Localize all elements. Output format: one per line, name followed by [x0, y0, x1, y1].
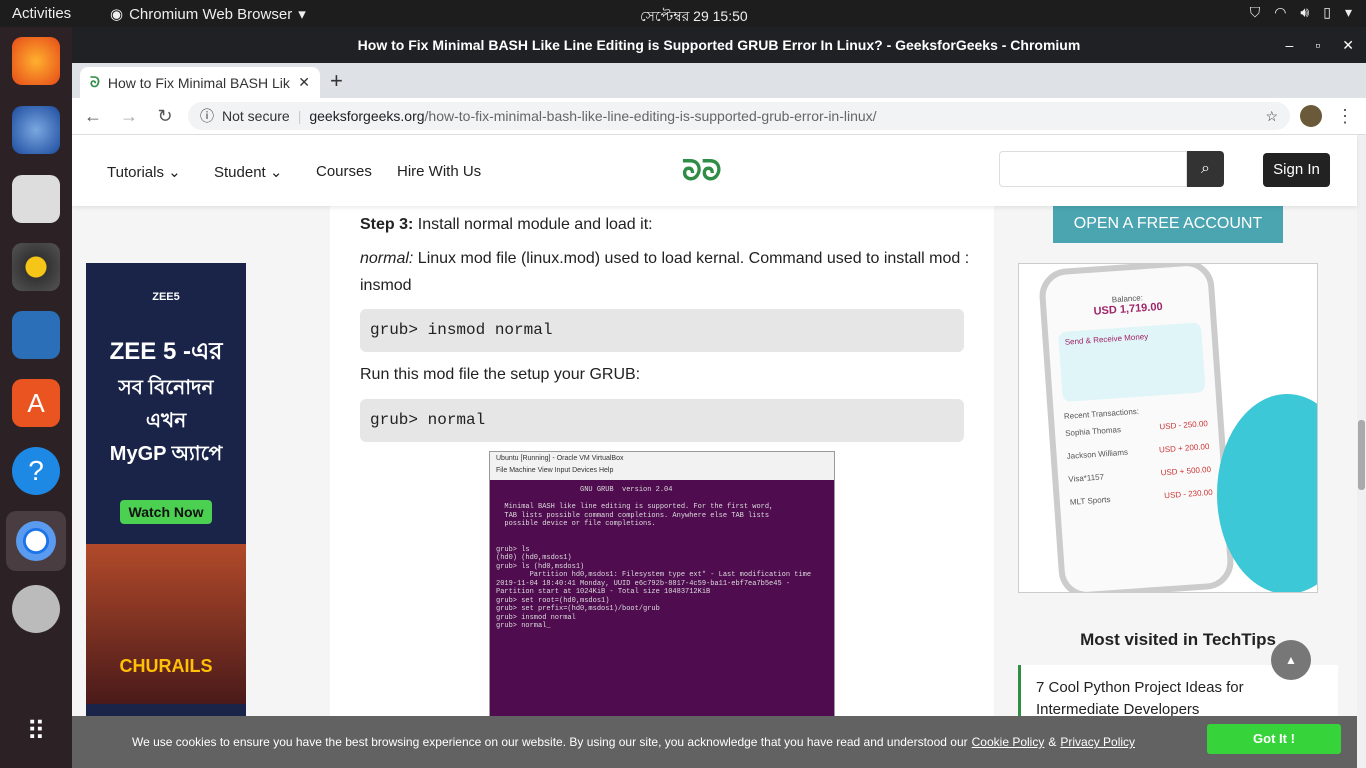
clock[interactable]: সেপ্টেম্বর 29 15:50 — [640, 5, 748, 29]
privacy-policy-link[interactable]: Privacy Policy — [1060, 735, 1135, 749]
gfg-favicon-icon: ᘐ — [90, 74, 100, 90]
disc-icon[interactable] — [12, 585, 60, 633]
search-icon: ⌕ — [1201, 160, 1210, 177]
reload-icon[interactable]: ↻ — [152, 106, 178, 127]
got-it-button[interactable]: Got It ! — [1207, 724, 1341, 754]
arrow-up-icon: ▲ — [1285, 653, 1297, 667]
browser-window: How to Fix Minimal BASH Like Line Editin… — [72, 27, 1366, 768]
article-body: Step 3: Install normal module and load i… — [330, 205, 994, 768]
app-menu-label: Chromium Web Browser — [129, 5, 293, 23]
profile-avatar[interactable] — [1300, 105, 1322, 127]
cookie-amp: & — [1048, 735, 1057, 749]
chromium-small-icon: ◉ — [110, 6, 124, 23]
scrollbar-thumb[interactable] — [1358, 420, 1365, 490]
normal-para: normal: Linux mod file (linux.mod) used … — [360, 250, 970, 294]
close-icon[interactable]: ✕ — [1342, 37, 1354, 54]
url-path: /how-to-fix-minimal-bash-like-line-editi… — [424, 108, 877, 124]
power-icon[interactable]: ▾ — [1345, 4, 1352, 21]
apps-grid-icon[interactable]: ⠿ — [12, 707, 60, 755]
shot-terminal: GNU GRUB version 2.04 Minimal BASH like … — [496, 486, 812, 630]
volume-icon[interactable]: 🔊︎ — [1300, 4, 1309, 21]
firefox-icon[interactable] — [12, 37, 60, 85]
address-bar[interactable]: ⓘ Not secure | geeksforgeeks.org/how-to-… — [188, 102, 1290, 130]
ad-line: সব বিনোদন — [118, 377, 214, 399]
sign-in-button[interactable]: Sign In — [1263, 153, 1330, 187]
help-icon[interactable]: ? — [12, 447, 60, 495]
wifi-icon[interactable]: ◠ — [1274, 4, 1286, 21]
menu-kebab-icon[interactable]: ⋮ — [1332, 106, 1358, 127]
ad-brand: ZEE5 — [152, 291, 180, 303]
shield-icon[interactable]: ⛉ — [1250, 4, 1261, 21]
back-icon[interactable]: ← — [80, 106, 106, 127]
web-page: Tutorials ⌄ Student ⌄ Courses Hire With … — [72, 135, 1366, 768]
ad-line: ZEE 5 -এর — [109, 338, 223, 365]
maximize-icon[interactable]: ▫ — [1315, 37, 1320, 53]
browser-toolbar: ← → ↻ ⓘ Not secure | geeksforgeeks.org/h… — [72, 98, 1366, 135]
search-button[interactable]: ⌕ — [1187, 151, 1224, 187]
shot-menu: File Machine View Input Devices Help — [496, 467, 614, 474]
chevron-down-icon: ▾ — [298, 6, 306, 23]
page-scrollbar[interactable] — [1357, 135, 1366, 768]
system-tray[interactable]: ⛉ ◠ 🔊︎ ▯ ▾ — [1250, 4, 1352, 21]
app-menu[interactable]: ◉ Chromium Web Browser ▾ — [110, 5, 306, 24]
minimize-icon[interactable]: – — [1286, 37, 1294, 53]
system-top-bar: Activities ◉ Chromium Web Browser ▾ সেপ্টে… — [0, 0, 1366, 27]
cookie-policy-link[interactable]: Cookie Policy — [972, 735, 1045, 749]
phone-recent: Recent Transactions: — [1063, 406, 1140, 422]
tab-title: How to Fix Minimal BASH Like — [107, 74, 291, 91]
rhythmbox-icon[interactable] — [12, 243, 60, 291]
security-label[interactable]: Not secure — [222, 108, 290, 124]
site-header: Tutorials ⌄ Student ⌄ Courses Hire With … — [72, 135, 1357, 206]
dock: A ? ⠿ — [0, 27, 72, 768]
tab-strip: ᘐ How to Fix Minimal BASH Like ✕ + — [72, 63, 1366, 98]
ad-poster: CHURAILS — [86, 544, 246, 704]
activities-button[interactable]: Activities — [12, 5, 71, 22]
chromium-icon[interactable] — [6, 511, 66, 571]
thunderbird-icon[interactable] — [12, 106, 60, 154]
bookmark-star-icon[interactable]: ☆ — [1265, 108, 1278, 125]
nav-student[interactable]: Student ⌄ — [214, 163, 282, 181]
scroll-to-top-button[interactable]: ▲ — [1271, 640, 1311, 680]
code-block[interactable]: grub> normal — [360, 399, 964, 442]
right-sidebar: OPEN A FREE ACCOUNT Balance: USD 1,719.0… — [1018, 205, 1338, 768]
code-block[interactable]: grub> insmod normal — [360, 309, 964, 352]
step3-para: Step 3: Install normal module and load i… — [360, 216, 653, 233]
tab-close-icon[interactable]: ✕ — [298, 74, 310, 91]
gfg-logo[interactable]: ᘐᘐ — [682, 155, 721, 188]
shot-title: Ubuntu [Running] - Oracle VM VirtualBox — [496, 455, 624, 462]
phone-send-card: Send & Receive Money — [1058, 322, 1206, 403]
search-input[interactable] — [999, 151, 1187, 187]
forward-icon[interactable]: → — [116, 106, 142, 127]
battery-icon[interactable]: ▯ — [1323, 4, 1331, 21]
window-title: How to Fix Minimal BASH Like Line Editin… — [357, 37, 1081, 53]
ad-line: MyGP অ্যাপে — [109, 443, 223, 465]
ad-line: এখন — [145, 410, 187, 432]
nav-courses[interactable]: Courses — [316, 163, 372, 180]
cookie-text: We use cookies to ensure you have the be… — [132, 735, 968, 749]
writer-icon[interactable] — [12, 311, 60, 359]
nav-tutorials[interactable]: Tutorials ⌄ — [107, 163, 181, 181]
window-titlebar[interactable]: How to Fix Minimal BASH Like Line Editin… — [72, 27, 1366, 63]
new-tab-icon[interactable]: + — [330, 68, 343, 94]
software-icon[interactable]: A — [12, 379, 60, 427]
left-advertisement[interactable]: ZEE5 ZEE 5 -এর সব বিনোদন এখন MyGP অ্যাপে… — [86, 263, 246, 744]
phone-advertisement[interactable]: Balance: USD 1,719.00 Send & Receive Mon… — [1018, 263, 1318, 593]
tab-active[interactable]: ᘐ How to Fix Minimal BASH Like ✕ — [80, 67, 320, 98]
files-icon[interactable] — [12, 175, 60, 223]
free-account-button[interactable]: OPEN A FREE ACCOUNT — [1053, 205, 1283, 243]
run-para: Run this mod file the setup your GRUB: — [360, 366, 641, 383]
nav-hire[interactable]: Hire With Us — [397, 163, 481, 180]
url-domain: geeksforgeeks.org — [309, 108, 425, 124]
watch-now-button[interactable]: Watch Now — [120, 500, 212, 524]
cookie-banner: We use cookies to ensure you have the be… — [72, 716, 1357, 768]
info-icon[interactable]: ⓘ — [200, 106, 214, 126]
